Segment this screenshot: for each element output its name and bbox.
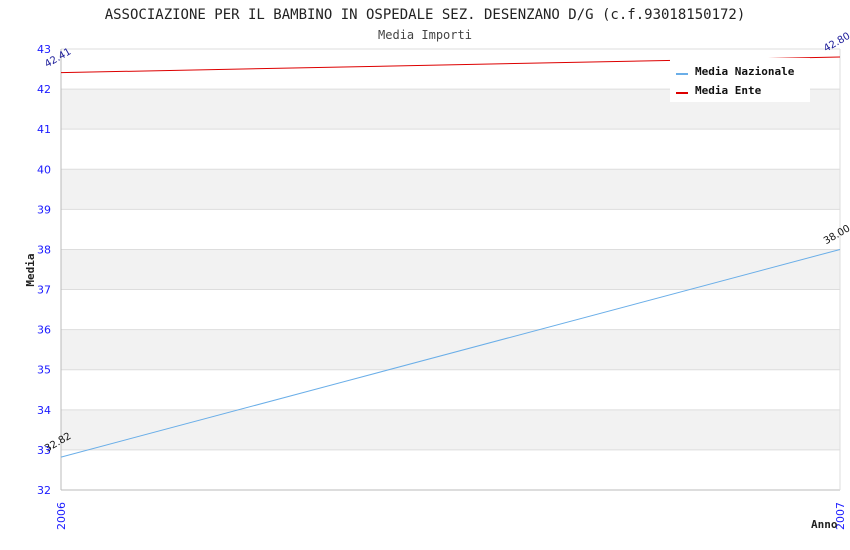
data-label: 32.82	[43, 431, 73, 455]
y-tick-label: 39	[37, 203, 51, 216]
y-tick-label: 36	[37, 324, 51, 337]
x-tick-labels: 2006 2007	[55, 502, 847, 530]
y-tick-label: 40	[37, 163, 51, 176]
legend-label: Media Ente	[695, 84, 762, 97]
y-tick-label: 38	[37, 243, 51, 256]
y-tick-label: 34	[37, 404, 51, 417]
chart: ASSOCIAZIONE PER IL BAMBINO IN OSPEDALE …	[24, 7, 850, 531]
plot-bands	[61, 89, 840, 450]
y-tick-label: 42	[37, 83, 51, 96]
y-tick-label: 32	[37, 484, 51, 497]
plot-band	[61, 249, 840, 290]
data-label: 38.00	[822, 223, 850, 247]
chart-title: ASSOCIAZIONE PER IL BAMBINO IN OSPEDALE …	[105, 7, 746, 23]
data-label: 42.80	[822, 31, 850, 55]
plot-band	[61, 169, 840, 210]
y-tick-label: 35	[37, 364, 51, 377]
y-axis-label: Media	[24, 253, 37, 286]
y-tick-labels: 323334353637383940414243	[37, 43, 51, 497]
x-tick-label: 2006	[55, 502, 68, 530]
legend: Media Nazionale Media Ente	[670, 58, 810, 102]
legend-label: Media Nazionale	[695, 65, 795, 78]
plot-band	[61, 409, 840, 450]
plot-band	[61, 329, 840, 370]
y-tick-label: 43	[37, 43, 51, 56]
x-axis-label: Anno	[811, 518, 838, 531]
y-tick-label: 37	[37, 284, 51, 297]
chart-subtitle: Media Importi	[378, 28, 472, 42]
y-tick-label: 41	[37, 123, 51, 136]
